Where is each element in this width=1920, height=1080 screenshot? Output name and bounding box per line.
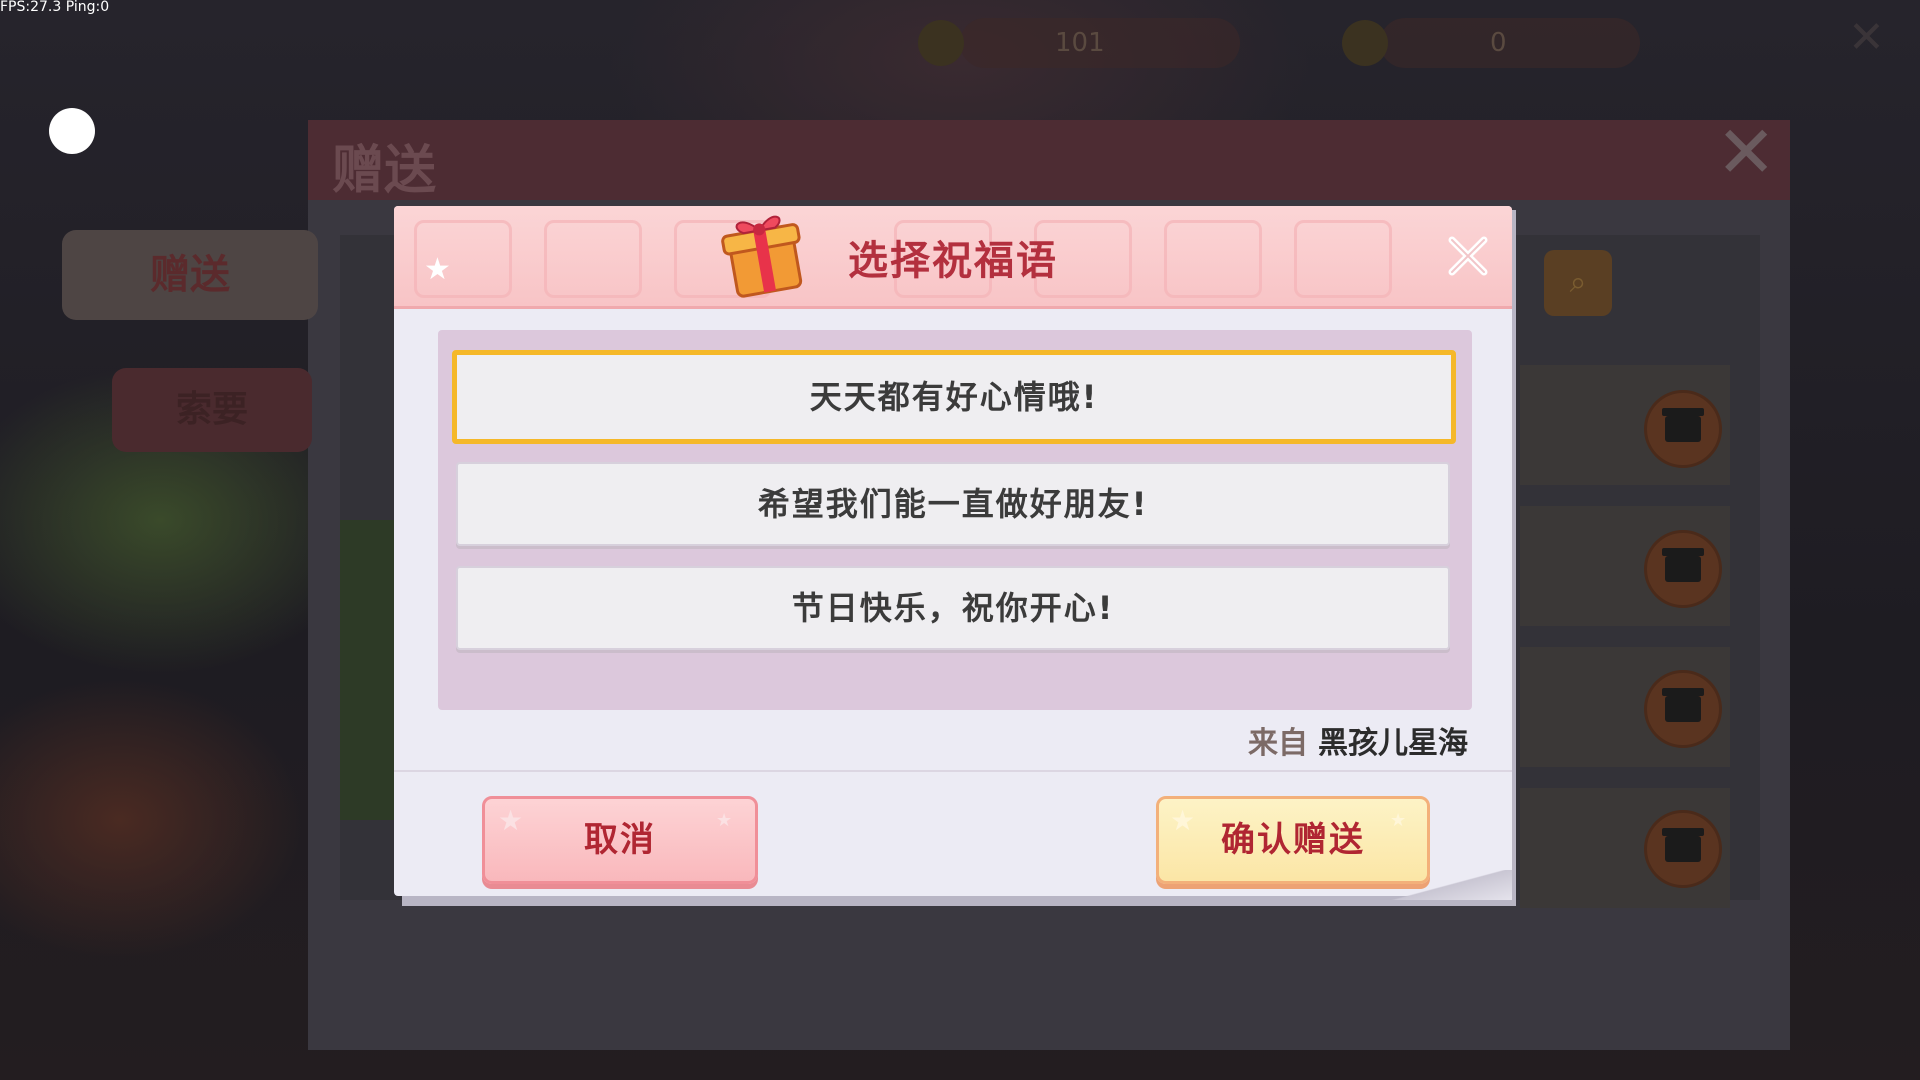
gift-box-icon[interactable]: [1644, 530, 1722, 608]
gift-box-icon[interactable]: [1644, 670, 1722, 748]
gift-panel-header: [308, 120, 1790, 200]
gift-panel-close-icon[interactable]: ✕: [1716, 112, 1776, 192]
hud-currency-icon-2: [1342, 20, 1388, 66]
tab-request[interactable]: 索要: [112, 368, 312, 452]
hud-currency-bar-2: [1380, 18, 1640, 68]
blessing-option-3[interactable]: 节日快乐，祝你开心!: [456, 566, 1450, 650]
dialog-header: 选择祝福语: [394, 206, 1512, 309]
search-icon[interactable]: ⌕: [1544, 250, 1612, 316]
sender-name: 黑孩儿星海: [1318, 726, 1468, 761]
hud-close-icon[interactable]: ✕: [1848, 12, 1885, 63]
star-icon: ★: [424, 252, 451, 287]
dialog-title: 选择祝福语: [848, 238, 1058, 284]
hud-currency-value-1: 101: [1055, 28, 1105, 58]
gift-box-icon[interactable]: [1644, 810, 1722, 888]
dialog-close-icon[interactable]: [1444, 232, 1492, 280]
floating-joystick-dot[interactable]: [49, 108, 95, 154]
sender-label: 来自: [1248, 726, 1308, 761]
confirm-button-label: 确认赠送: [1221, 820, 1365, 860]
tab-give[interactable]: 赠送: [62, 230, 318, 320]
gift-panel-title: 赠送: [332, 141, 437, 201]
star-icon: ★: [498, 804, 524, 837]
star-icon: ★: [1390, 810, 1407, 831]
blessing-option-1[interactable]: 天天都有好心情哦!: [452, 350, 1456, 444]
star-icon: ★: [1170, 804, 1196, 837]
hud-currency-icon-1: [918, 20, 964, 66]
cancel-button-label: 取消: [584, 820, 656, 860]
gift-icon: [721, 215, 803, 298]
blessing-option-2[interactable]: 希望我们能一直做好朋友!: [456, 462, 1450, 546]
blessing-options-panel: 天天都有好心情哦! 希望我们能一直做好朋友! 节日快乐，祝你开心!: [438, 330, 1472, 710]
dialog-page-curl: [1380, 870, 1512, 900]
blessing-dialog: 选择祝福语 天天都有好心情哦! 希望我们能一直做好朋友! 节日快乐，祝你开心! …: [394, 206, 1512, 896]
gift-box-icon[interactable]: [1644, 390, 1722, 468]
fps-ping-readout: FPS:27.3 Ping:0: [0, 0, 110, 15]
sender-info: 来自 黑孩儿星海: [1248, 718, 1468, 762]
hud-currency-value-2: 0: [1490, 28, 1507, 58]
dialog-divider: [394, 770, 1512, 772]
star-icon: ★: [716, 810, 733, 831]
